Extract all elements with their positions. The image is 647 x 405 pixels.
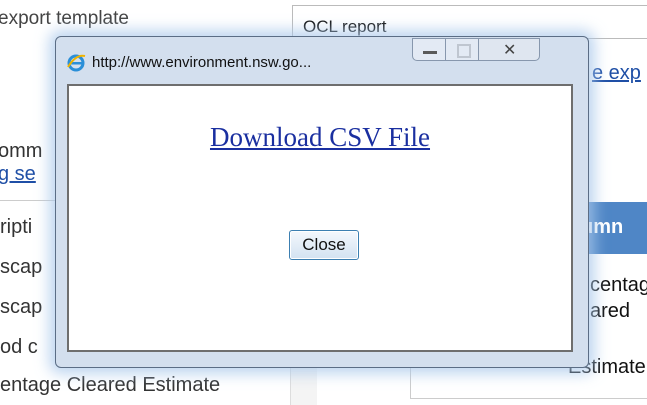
- maximize-button[interactable]: [445, 38, 479, 61]
- close-button[interactable]: Close: [289, 230, 359, 260]
- export-template-label: export template: [0, 8, 129, 29]
- export-link-fragment[interactable]: e exp: [592, 62, 641, 85]
- download-csv-link[interactable]: Download CSV File: [69, 122, 571, 153]
- field-list-item[interactable]: entage Cleared Estimate: [0, 374, 220, 397]
- field-list-item[interactable]: ripti: [0, 216, 32, 239]
- column-cell-text: centag: [590, 274, 647, 296]
- left-text-fragment: omm: [0, 140, 43, 162]
- minimize-button[interactable]: [412, 38, 446, 61]
- close-icon: ✕: [503, 42, 517, 59]
- close-window-button[interactable]: ✕: [478, 38, 540, 61]
- popup-window: http://www.environment.nsw.go... ✕ Downl…: [55, 36, 589, 368]
- report-name-value: OCL report: [303, 17, 387, 36]
- column-cell-text: ared: [590, 300, 631, 322]
- field-list-item[interactable]: scap: [0, 296, 42, 319]
- left-link-fragment[interactable]: g se: [0, 163, 36, 186]
- field-list-item[interactable]: od c: [0, 336, 38, 359]
- ie-icon: [67, 54, 86, 72]
- maximize-icon: [457, 44, 471, 58]
- popup-content: Download CSV File Close: [67, 84, 573, 352]
- popup-titlebar[interactable]: http://www.environment.nsw.go... ✕: [56, 37, 588, 81]
- field-list-item[interactable]: scap: [0, 256, 42, 279]
- popup-url-title: http://www.environment.nsw.go...: [92, 54, 312, 71]
- column-bottom-border: [410, 398, 647, 399]
- report-name-input[interactable]: OCL report: [292, 5, 647, 39]
- minimize-icon: [423, 51, 437, 54]
